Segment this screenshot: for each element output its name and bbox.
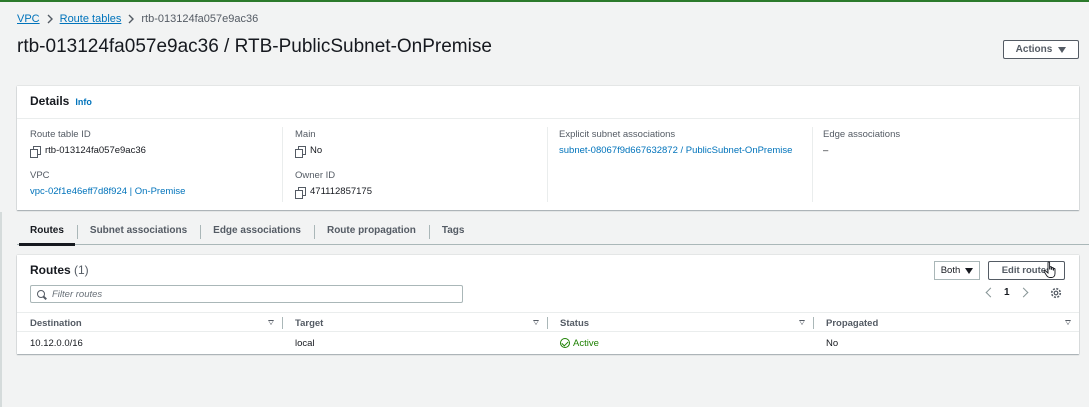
copy-icon[interactable] (30, 145, 41, 158)
route-filter-select-value: Both (940, 265, 961, 276)
pagination: 1 (985, 287, 1029, 298)
main-field: Main No (295, 129, 323, 158)
explicit-subnet-label: Explicit subnet associations (559, 129, 676, 140)
actions-button[interactable]: Actions (1003, 40, 1079, 59)
owner-id-field: Owner ID 471112857175 (295, 170, 372, 199)
sort-icon[interactable] (268, 320, 274, 325)
explicit-subnet-link[interactable]: subnet-08067f9d667632872 / PublicSubnet-… (559, 145, 792, 156)
tab-route-propagation[interactable]: Route propagation (313, 220, 429, 245)
hand-cursor-icon (1043, 261, 1056, 278)
column-header-label: Destination (30, 317, 82, 329)
filter-routes-input[interactable] (52, 288, 452, 300)
routes-title-text: Routes (30, 263, 71, 277)
chevron-right-icon (127, 14, 135, 24)
page-number[interactable]: 1 (1004, 287, 1010, 298)
owner-id-label: Owner ID (295, 170, 336, 181)
page-title: rtb-013124fa057e9ac36 / RTB-PublicSubnet… (17, 36, 492, 57)
sort-icon[interactable] (799, 320, 805, 325)
routes-count: (1) (74, 263, 89, 277)
route-filter-select[interactable]: Both (934, 261, 980, 280)
owner-id-value: 471112857175 (310, 186, 372, 197)
column-header-target[interactable]: Target (282, 313, 547, 333)
cell-propagated: No (826, 337, 839, 349)
column-header-label: Target (295, 317, 324, 329)
column-header-propagated[interactable]: Propagated (813, 313, 1079, 333)
route-table-id-label: Route table ID (30, 129, 91, 140)
cell-destination: 10.12.0.0/16 (30, 337, 83, 349)
details-header: Details Info (17, 86, 1079, 119)
tab-edge-associations[interactable]: Edge associations (200, 220, 314, 245)
chevron-left-icon[interactable] (985, 287, 996, 298)
column-header-label: Propagated (826, 317, 879, 329)
info-link[interactable]: Info (75, 97, 92, 107)
copy-icon[interactable] (295, 186, 306, 199)
gear-icon[interactable] (1050, 287, 1062, 299)
column-divider (547, 127, 548, 202)
column-divider (812, 127, 813, 202)
breadcrumb-vpc[interactable]: VPC (17, 13, 40, 25)
main-label: Main (295, 129, 316, 140)
details-grid: Route table ID rtb-013124fa057e9ac36 VPC… (17, 119, 1079, 210)
edge-associations-value: – (823, 145, 829, 156)
vpc-field: VPC vpc-02f1e46eff7d8f924 | On-Premise (30, 170, 185, 197)
cell-status: Active (547, 333, 599, 353)
tab-routes[interactable]: Routes (17, 220, 77, 246)
check-circle-icon (560, 338, 570, 348)
route-table-id-field: Route table ID rtb-013124fa057e9ac36 (30, 129, 146, 158)
routes-table-header: Destination Target Status Propagated (17, 312, 1079, 332)
column-header-label: Status (560, 317, 590, 329)
main-value: No (310, 145, 323, 156)
caret-down-icon (965, 267, 974, 274)
chevron-right-icon (46, 14, 54, 24)
actions-label: Actions (1015, 44, 1053, 55)
details-panel: Details Info Route table ID rtb-013124fa… (17, 86, 1079, 210)
breadcrumb: VPC Route tables rtb-013124fa057e9ac36 (17, 13, 258, 25)
column-header-destination[interactable]: Destination (17, 313, 282, 333)
vpc-link[interactable]: vpc-02f1e46eff7d8f924 | On-Premise (30, 186, 185, 197)
chevron-right-icon[interactable] (1018, 287, 1029, 298)
breadcrumb-current: rtb-013124fa057e9ac36 (141, 13, 259, 25)
column-header-status[interactable]: Status (547, 313, 813, 333)
routes-panel: Routes (1) Both Edit routes 1 Destinatio… (17, 255, 1079, 354)
route-table-id-value: rtb-013124fa057e9ac36 (45, 145, 146, 156)
left-edge-divider (0, 212, 2, 407)
vpc-label: VPC (30, 170, 50, 181)
edge-associations-field: Edge associations – (823, 129, 900, 156)
cell-target: local (295, 337, 315, 349)
copy-icon[interactable] (295, 145, 306, 158)
status-text: Active (573, 337, 599, 349)
tab-subnet-associations[interactable]: Subnet associations (76, 220, 200, 245)
filter-routes-field[interactable] (30, 285, 463, 303)
table-row[interactable]: 10.12.0.0/16 local Active No (17, 333, 1079, 353)
caret-down-icon (1058, 46, 1067, 53)
sort-icon[interactable] (533, 320, 539, 325)
column-divider (282, 127, 283, 202)
tab-tags[interactable]: Tags (428, 220, 478, 245)
details-title: Details (30, 94, 70, 108)
tab-bar: Routes Subnet associations Edge associat… (17, 220, 1089, 246)
sort-icon[interactable] (1065, 320, 1071, 325)
routes-title: Routes (1) (30, 263, 89, 277)
edge-associations-label: Edge associations (823, 129, 901, 140)
explicit-subnet-field: Explicit subnet associations subnet-0806… (559, 129, 792, 156)
search-icon (37, 289, 46, 299)
breadcrumb-route-tables[interactable]: Route tables (60, 13, 122, 25)
